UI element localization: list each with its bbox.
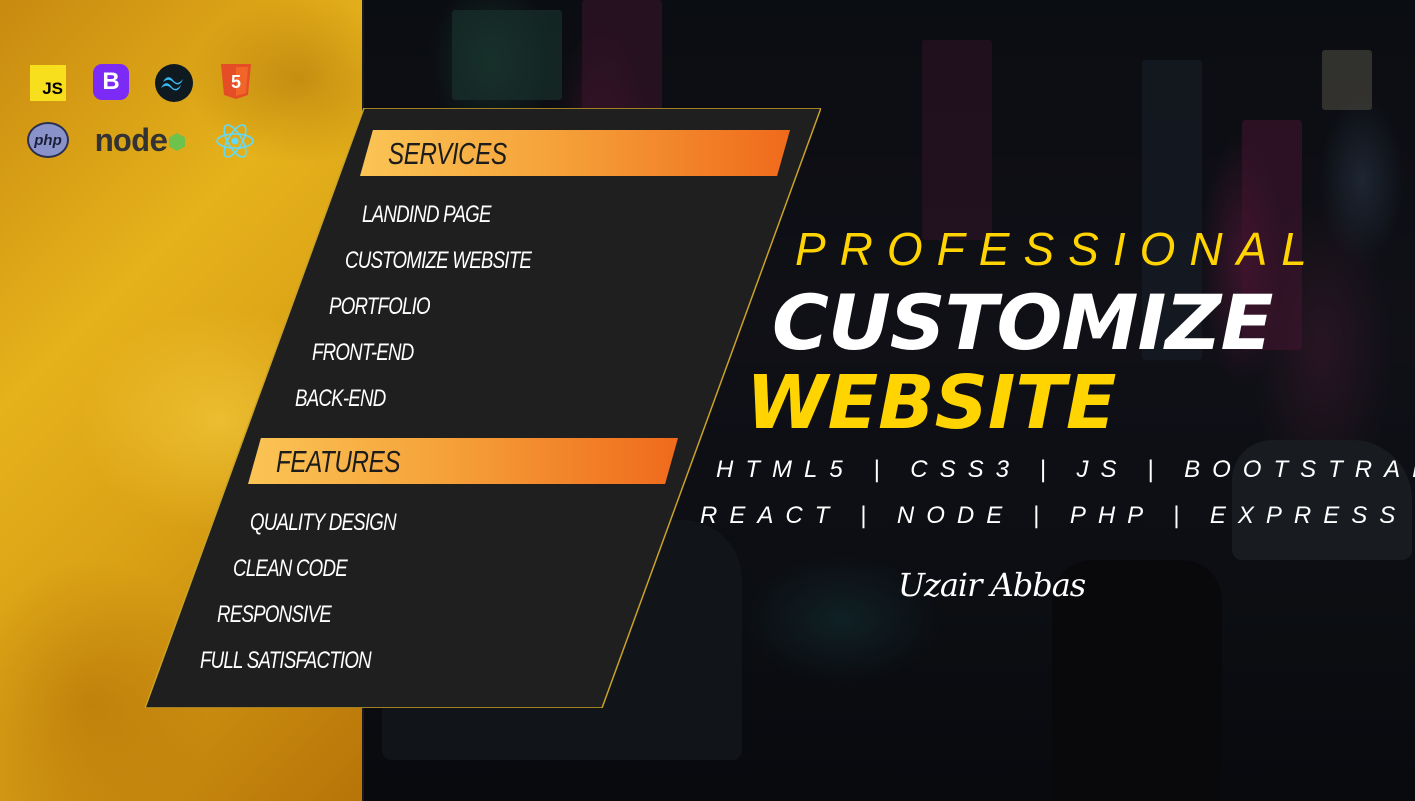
bootstrap-icon: B — [93, 64, 129, 100]
features-heading: FEATURES — [276, 444, 401, 479]
headline-website: WEBSITE — [746, 360, 1117, 446]
tech-line-1: HTML5 | CSS3 | JS | BOOTSTRAP — [716, 456, 1415, 483]
signature: Uzair Abbas — [898, 566, 1086, 604]
service-item-landing-page: LANDIND PAGE — [362, 201, 491, 228]
headline-professional: PROFESSIONAL — [795, 223, 1321, 275]
feature-item-quality-design: QUALITY DESIGN — [250, 509, 397, 536]
feature-item-responsive: RESPONSIVE — [217, 601, 332, 628]
service-item-front-end: FRONT-END — [312, 339, 414, 366]
services-heading: SERVICES — [388, 136, 507, 171]
html5-icon: 5 — [218, 64, 254, 100]
svg-text:5: 5 — [231, 72, 241, 92]
javascript-icon: JS — [30, 65, 66, 101]
tech-line-2: REACT | NODE | PHP | EXPRESS — [700, 502, 1408, 529]
service-item-customize-website: CUSTOMIZE WEBSITE — [345, 247, 532, 274]
tailwind-icon — [155, 64, 193, 102]
headline-customize: CUSTOMIZE — [772, 278, 1273, 367]
service-item-portfolio: PORTFOLIO — [329, 293, 431, 320]
feature-item-full-satisfaction: FULL SATISFACTION — [200, 647, 372, 674]
service-item-back-end: BACK-END — [295, 385, 386, 412]
feature-item-clean-code: CLEAN CODE — [233, 555, 348, 582]
php-icon: php — [27, 122, 69, 158]
